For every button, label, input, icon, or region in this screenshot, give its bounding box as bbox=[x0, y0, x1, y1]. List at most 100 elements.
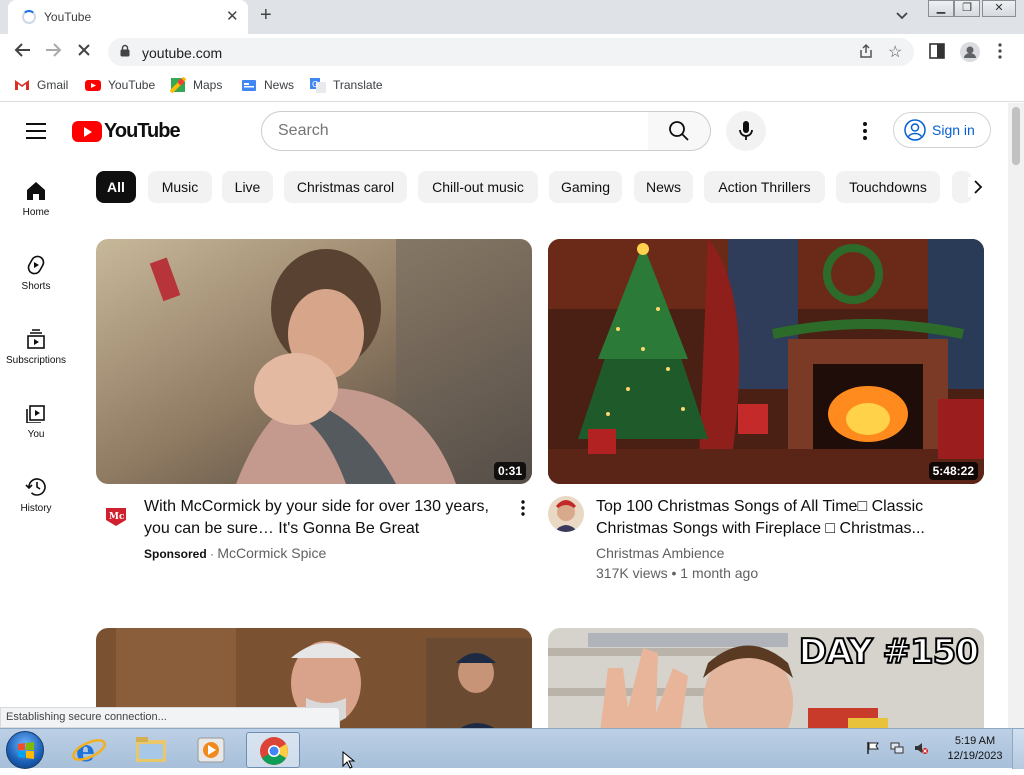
bookmark-label: YouTube bbox=[108, 78, 156, 92]
bookmark-star-icon[interactable]: ☆ bbox=[888, 42, 902, 62]
folder-icon bbox=[136, 737, 166, 762]
subscriptions-icon bbox=[27, 329, 45, 349]
new-tab-button[interactable]: + bbox=[260, 4, 272, 27]
bookmarks-bar: Gmail YouTube Maps News G Translate bbox=[0, 70, 1024, 102]
side-panel-icon[interactable] bbox=[929, 43, 945, 64]
svg-text:e: e bbox=[76, 734, 95, 768]
clock-time: 5:19 AM bbox=[954, 735, 996, 747]
stop-loading-icon[interactable] bbox=[76, 42, 92, 63]
browser-toolbar: youtube.com ☆ bbox=[0, 34, 1024, 70]
chip-touchdowns[interactable]: Touchdowns bbox=[836, 171, 940, 203]
translate-icon: G bbox=[310, 78, 326, 93]
microphone-icon bbox=[739, 121, 753, 140]
account-circle-icon bbox=[904, 119, 926, 141]
chip-news[interactable]: News bbox=[634, 171, 693, 203]
chip-gaming[interactable]: Gaming bbox=[549, 171, 622, 203]
url-text[interactable]: youtube.com bbox=[142, 45, 222, 61]
bookmark-news[interactable]: News bbox=[241, 77, 294, 93]
volume-muted-icon[interactable] bbox=[914, 741, 928, 755]
search-icon bbox=[669, 121, 689, 141]
page-scrollbar[interactable] bbox=[1008, 103, 1024, 728]
svg-text:Mc: Mc bbox=[109, 512, 125, 522]
sign-in-button[interactable]: Sign in bbox=[893, 112, 991, 148]
maps-icon bbox=[170, 77, 186, 93]
bookmark-gmail[interactable]: Gmail bbox=[14, 77, 68, 93]
video-thumbnail-christmas[interactable]: 5:48:22 bbox=[548, 239, 984, 484]
channel-name[interactable]: McCormick Spice bbox=[217, 545, 326, 561]
search-button[interactable] bbox=[648, 111, 711, 151]
chip-all[interactable]: All bbox=[96, 171, 136, 203]
channel-avatar-mccormick[interactable]: Mc bbox=[98, 498, 134, 534]
chip-live[interactable]: Live bbox=[222, 171, 273, 203]
system-clock[interactable]: 5:19 AM 12/19/2023 bbox=[942, 734, 1008, 764]
guide-item-shorts[interactable]: Shorts bbox=[0, 255, 72, 292]
bookmark-maps[interactable]: Maps bbox=[170, 77, 222, 93]
share-icon[interactable] bbox=[858, 43, 874, 62]
guide-item-you[interactable]: You bbox=[0, 403, 72, 440]
taskbar-file-explorer[interactable] bbox=[124, 732, 178, 768]
channel-avatar-christmas-ambience[interactable] bbox=[548, 496, 584, 532]
restore-window-button[interactable]: ❐ bbox=[954, 0, 980, 17]
svg-text:G: G bbox=[312, 80, 318, 89]
guide-item-label: You bbox=[27, 429, 45, 440]
mouse-cursor-icon bbox=[342, 751, 356, 769]
close-window-button[interactable]: ✕ bbox=[982, 0, 1016, 17]
video-title-mccormick[interactable]: With McCormick by your side for over 130… bbox=[144, 496, 504, 540]
video-meta-mccormick: Sponsored · McCormick Spice bbox=[144, 545, 327, 561]
address-bar[interactable]: youtube.com ☆ bbox=[108, 38, 914, 66]
chrome-icon bbox=[260, 737, 288, 765]
show-desktop-button[interactable] bbox=[1012, 729, 1024, 769]
sponsored-badge: Sponsored bbox=[144, 547, 207, 561]
forward-arrow-icon[interactable] bbox=[45, 42, 63, 63]
action-center-flag-icon[interactable] bbox=[866, 741, 880, 755]
lock-icon[interactable] bbox=[120, 44, 130, 57]
video-thumbnail-mccormick[interactable]: 0:31 bbox=[96, 239, 532, 484]
guide-item-label: Home bbox=[22, 207, 50, 218]
close-tab-icon[interactable]: ✕ bbox=[226, 7, 239, 25]
settings-more-icon[interactable] bbox=[862, 121, 868, 141]
video-more-actions-icon[interactable] bbox=[521, 500, 525, 516]
scrollbar-thumb[interactable] bbox=[1012, 107, 1020, 165]
thumbnail-overlay-text: DAY #150 bbox=[798, 631, 980, 673]
you-icon bbox=[26, 405, 45, 423]
start-button[interactable] bbox=[6, 731, 44, 769]
guide-menu-icon[interactable] bbox=[26, 123, 46, 139]
youtube-logo[interactable]: YouTube bbox=[72, 120, 181, 143]
back-arrow-icon[interactable] bbox=[13, 42, 31, 63]
chip-action-thrillers[interactable]: Action Thrillers bbox=[704, 171, 825, 203]
history-icon bbox=[25, 478, 46, 496]
channel-name[interactable]: Christmas Ambience bbox=[596, 545, 724, 561]
taskbar-chrome[interactable] bbox=[246, 732, 300, 768]
browser-status-bubble: Establishing secure connection... bbox=[0, 707, 340, 728]
windows-logo-icon bbox=[18, 742, 34, 759]
video-title-christmas[interactable]: Top 100 Christmas Songs of All Time□ Cla… bbox=[596, 496, 966, 540]
guide-item-home[interactable]: Home bbox=[0, 181, 72, 218]
bookmark-label: Maps bbox=[193, 78, 223, 92]
thumbnail-image bbox=[548, 239, 984, 484]
search-box[interactable] bbox=[261, 111, 649, 151]
browser-menu-icon[interactable] bbox=[998, 43, 1002, 64]
minimize-window-button[interactable]: ▁ bbox=[928, 0, 954, 17]
profile-avatar-icon[interactable] bbox=[960, 42, 980, 67]
tab-search-chevron-icon[interactable] bbox=[896, 9, 908, 23]
bookmark-label: Gmail bbox=[37, 78, 69, 92]
chip-music[interactable]: Music bbox=[148, 171, 212, 203]
internet-explorer-icon: e bbox=[72, 734, 106, 769]
news-icon bbox=[242, 80, 256, 91]
chip-chill-out-music[interactable]: Chill-out music bbox=[418, 171, 538, 203]
bookmark-label: Translate bbox=[333, 78, 383, 92]
guide-item-subscriptions[interactable]: Subscriptions bbox=[0, 329, 72, 366]
network-icon[interactable] bbox=[890, 741, 904, 755]
chip-christmas-carol[interactable]: Christmas carol bbox=[284, 171, 407, 203]
gmail-icon bbox=[15, 80, 29, 90]
bookmark-translate[interactable]: G Translate bbox=[310, 77, 383, 93]
taskbar-internet-explorer[interactable]: e bbox=[62, 732, 116, 769]
chevron-right-icon[interactable] bbox=[968, 177, 988, 197]
guide-item-history[interactable]: History bbox=[0, 477, 72, 514]
bookmark-youtube[interactable]: YouTube bbox=[85, 77, 155, 93]
voice-search-button[interactable] bbox=[726, 111, 766, 151]
browser-tab-youtube[interactable]: YouTube ✕ bbox=[8, 0, 248, 34]
video-thumbnail-4[interactable]: DAY #150 bbox=[548, 628, 984, 728]
search-input[interactable] bbox=[278, 122, 628, 140]
taskbar-media-player[interactable] bbox=[184, 732, 238, 768]
